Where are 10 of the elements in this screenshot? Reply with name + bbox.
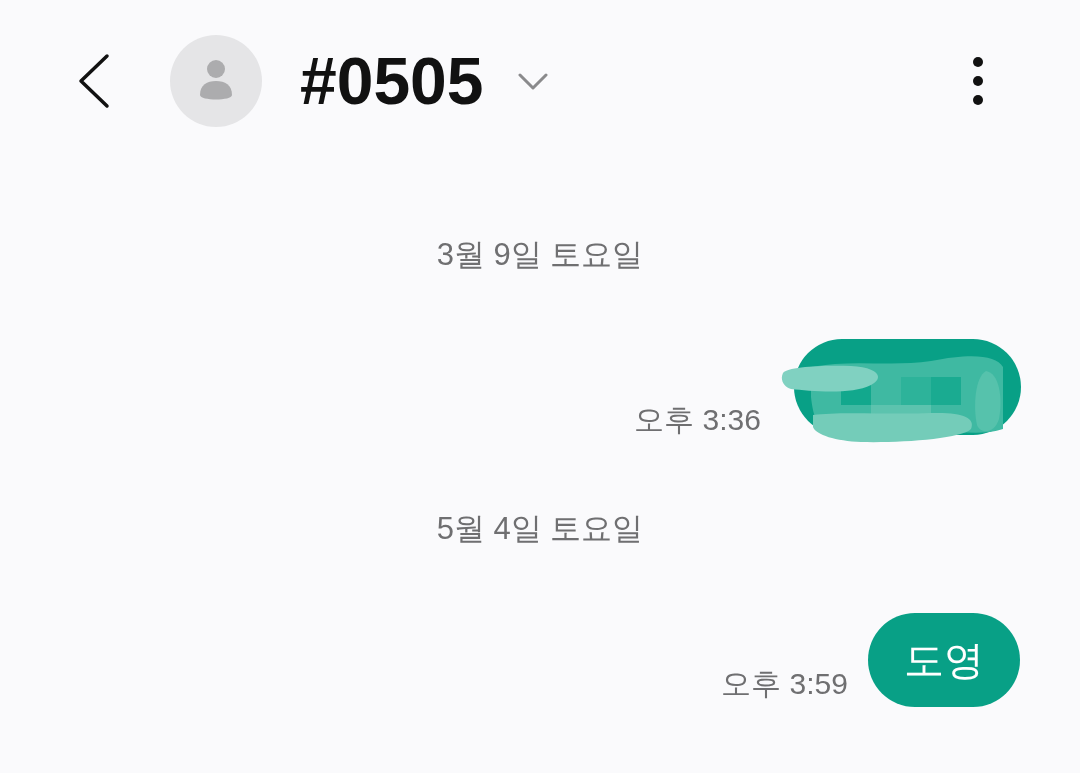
date-separator: 3월 9일 토요일 [436,236,644,274]
date-separator: 5월 4일 토요일 [436,510,644,548]
chevron-down-icon[interactable] [517,73,548,91]
avatar-icon [170,35,262,127]
contact-title[interactable]: #0505 [300,48,484,114]
more-options-icon[interactable] [972,56,984,106]
message-time: 오후 3:59 [721,666,848,702]
message-bubble: 도영 [868,613,1020,707]
message-time: 오후 3:36 [634,402,761,438]
back-icon[interactable] [78,53,110,109]
